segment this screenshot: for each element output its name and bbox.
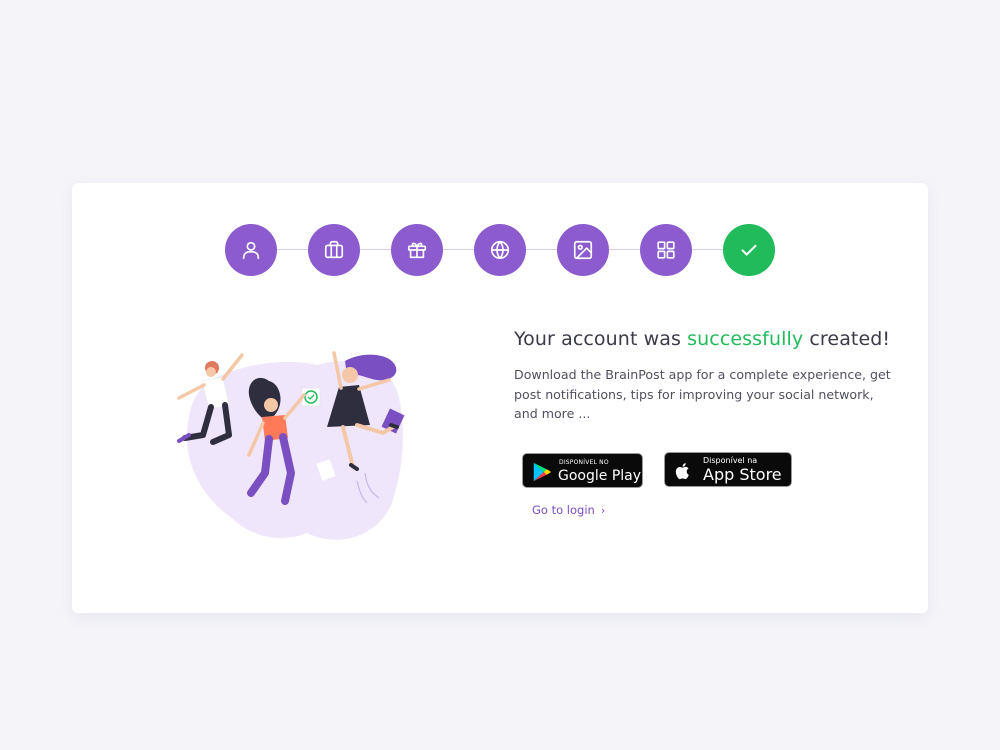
globe-icon — [490, 240, 510, 260]
success-description: Download the BrainPost app for a complet… — [514, 367, 891, 421]
title-suffix: created! — [803, 328, 891, 350]
step-photo[interactable] — [557, 224, 609, 276]
signup-stepper — [225, 224, 775, 276]
gift-icon — [407, 242, 427, 259]
grid-icon — [657, 241, 675, 259]
app-store-small-text: Disponível na — [703, 456, 758, 465]
title-prefix: Your account was — [514, 328, 688, 350]
celebration-illustration — [177, 351, 405, 540]
google-play-badge[interactable]: DISPONÍVEL NO Google Play — [522, 453, 643, 488]
success-content: Your account was successfully created! D… — [514, 328, 894, 517]
app-store-badge[interactable]: Disponível na App Store — [664, 452, 792, 487]
google-play-small-text: DISPONÍVEL NO — [559, 459, 609, 466]
success-title: Your account was successfully created! — [514, 328, 894, 350]
step-complete[interactable] — [723, 224, 775, 276]
briefcase-icon — [324, 240, 344, 259]
step-gift[interactable] — [391, 224, 443, 276]
check-icon — [741, 244, 757, 256]
step-web[interactable] — [474, 224, 526, 276]
go-to-login-label: Go to login — [532, 503, 595, 517]
apple-icon — [675, 463, 689, 480]
google-play-icon — [533, 462, 551, 482]
step-work[interactable] — [308, 224, 360, 276]
app-store-big-text: App Store — [703, 465, 782, 484]
step-apps[interactable] — [640, 224, 692, 276]
image-icon — [573, 240, 593, 260]
chevron-right-icon: › — [600, 504, 606, 517]
user-icon — [242, 241, 260, 260]
title-highlight: successfully — [687, 328, 804, 350]
signup-success-card: Your account was successfully created! D… — [72, 183, 928, 613]
go-to-login-link[interactable]: Go to login › — [532, 503, 605, 517]
app-store-badges: DISPONÍVEL NO Google Play Disponível na … — [522, 452, 822, 492]
step-profile[interactable] — [225, 224, 277, 276]
google-play-big-text: Google Play — [558, 468, 642, 484]
